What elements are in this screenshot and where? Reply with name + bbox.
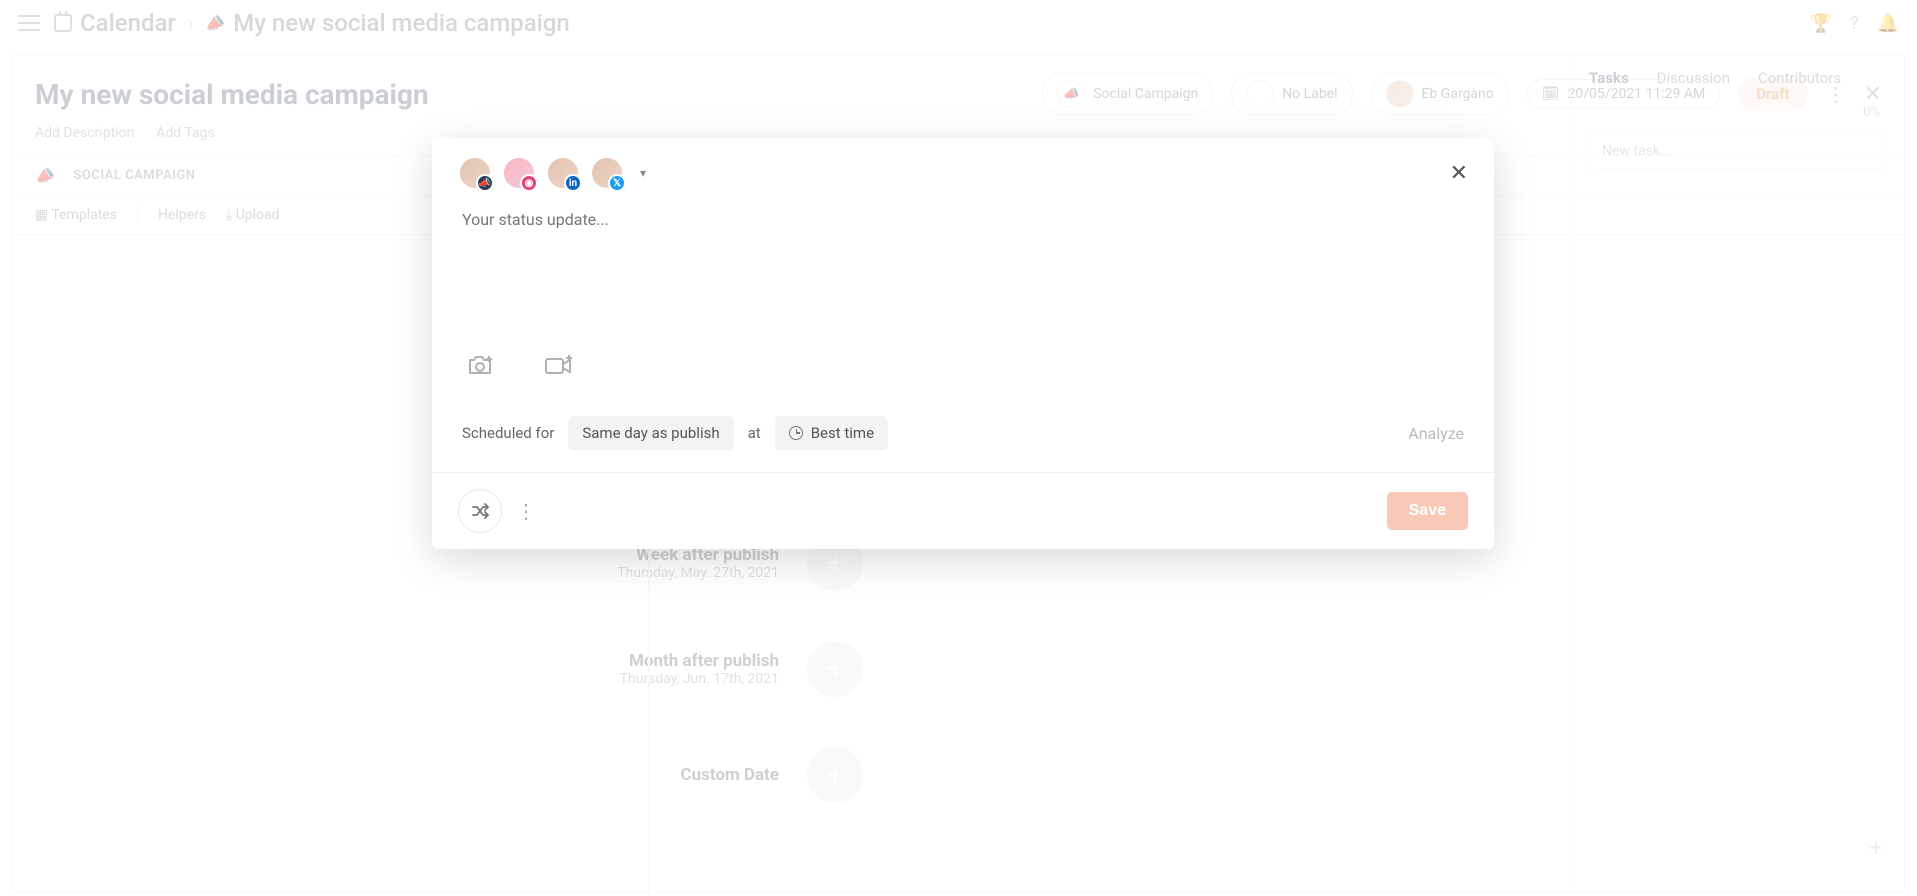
profile-avatar-twitter[interactable]: 𝕏 <box>590 156 624 190</box>
scheduled-for-label: Scheduled for <box>462 424 554 442</box>
add-tags-link[interactable]: Add Tags <box>156 125 214 141</box>
tab-discussion[interactable]: Discussion <box>1657 69 1730 87</box>
add-description-link[interactable]: Add Description <box>35 125 134 141</box>
at-label: at <box>748 424 761 442</box>
section-label: SOCIAL CAMPAIGN <box>73 168 195 183</box>
instagram-icon: ◉ <box>520 174 538 192</box>
profile-avatar-linkedin[interactable]: in <box>546 156 580 190</box>
upload-button[interactable]: ⤓ Upload <box>226 207 280 223</box>
bell-icon[interactable]: 🔔 <box>1877 13 1899 34</box>
add-task-button[interactable]: + <box>1870 836 1882 861</box>
tab-contributors[interactable]: Contributors <box>1758 69 1841 87</box>
analyze-button[interactable]: Analyze <box>1408 424 1464 443</box>
modal-more-icon[interactable]: ⋮ <box>516 499 536 523</box>
timeline-title: Month after publish <box>349 651 779 671</box>
linkedin-icon: in <box>564 174 582 192</box>
timeline-date: Thursday, May. 27th, 2021 <box>349 565 779 581</box>
new-task-input[interactable]: New task... <box>1589 132 1886 170</box>
chevron-down-icon[interactable]: ▾ <box>640 166 646 180</box>
shuffle-button[interactable] <box>458 489 502 533</box>
timeline-title: Custom Date <box>349 765 779 785</box>
help-icon[interactable]: ? <box>1850 13 1859 34</box>
bullhorn-icon: 📣 <box>203 11 227 35</box>
add-video-icon[interactable] <box>544 354 574 382</box>
profile-avatar-coschedule[interactable]: 📣 <box>458 156 492 190</box>
templates-button[interactable]: ▦ Templates <box>35 207 117 223</box>
clock-icon <box>789 426 803 440</box>
profile-selector[interactable]: 📣 ◉ in 𝕏 ▾ <box>458 156 646 190</box>
add-photo-icon[interactable] <box>466 354 494 382</box>
tab-tasks[interactable]: Tasks <box>1589 69 1629 87</box>
breadcrumb-page: My new social media campaign <box>233 9 570 37</box>
type-chip[interactable]: 📣Social Campaign <box>1042 73 1213 115</box>
trophy-icon[interactable]: 🏆 <box>1810 13 1832 34</box>
label-chip[interactable]: No Label <box>1231 73 1352 115</box>
calendar-icon <box>54 14 72 32</box>
breadcrumb-root[interactable]: Calendar <box>80 9 176 37</box>
profile-avatar-instagram[interactable]: ◉ <box>502 156 536 190</box>
coschedule-icon: 📣 <box>476 174 494 192</box>
helpers-button[interactable]: Helpers <box>158 207 206 223</box>
progress-label: 0% <box>1589 105 1886 120</box>
page-title[interactable]: My new social media campaign <box>35 78 429 111</box>
chevron-right-icon: › <box>188 13 193 34</box>
timeline-date: Thursday, Jun. 17th, 2021 <box>349 671 779 687</box>
schedule-time-picker[interactable]: Best time <box>775 416 888 450</box>
compose-modal: 📣 ◉ in 𝕏 ▾ ✕ Scheduled for Same day as p… <box>432 138 1494 549</box>
modal-close-icon[interactable]: ✕ <box>1450 161 1468 186</box>
owner-chip[interactable]: Eb Gargano <box>1371 73 1509 115</box>
add-slot-button[interactable]: + <box>807 747 863 803</box>
twitter-icon: 𝕏 <box>608 174 626 192</box>
schedule-day-picker[interactable]: Same day as publish <box>568 416 733 450</box>
right-sidebar: Tasks Discussion Contributors 0% New tas… <box>1570 55 1904 891</box>
menu-icon[interactable] <box>18 15 40 31</box>
add-slot-button[interactable]: + <box>807 641 863 697</box>
timeline: Week after publish Thursday, May. 27th, … <box>63 535 863 803</box>
top-bar: Calendar › 📣 My new social media campaig… <box>0 0 1917 46</box>
save-button[interactable]: Save <box>1387 492 1468 530</box>
calendar-small-icon: 🗓 <box>1542 86 1560 102</box>
bullhorn-icon: 📣 <box>33 164 58 188</box>
status-textarea[interactable] <box>462 210 1464 340</box>
